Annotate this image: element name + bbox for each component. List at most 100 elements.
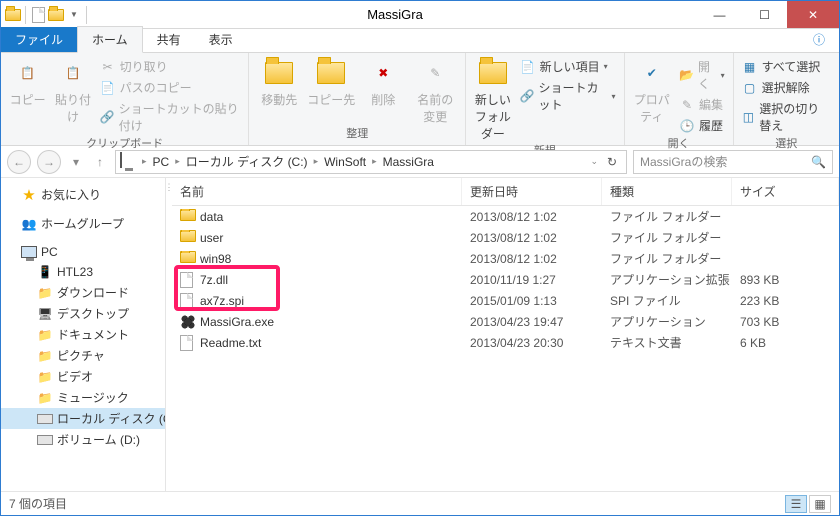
- file-name: win98: [200, 252, 231, 266]
- file-date: 2013/04/23 19:47: [462, 315, 602, 329]
- nav-pc[interactable]: PC: [1, 242, 165, 262]
- nav-item[interactable]: 📱HTL23: [1, 262, 165, 282]
- file-name: user: [200, 231, 223, 245]
- recent-locations-icon[interactable]: ▾: [67, 155, 85, 169]
- paste-button[interactable]: 📋貼り付け: [52, 57, 93, 125]
- qat-newfolder-icon[interactable]: [48, 7, 64, 23]
- column-size[interactable]: サイズ: [732, 178, 839, 205]
- breadcrumb-segment[interactable]: WinSoft: [320, 155, 370, 169]
- file-date: 2013/04/23 20:30: [462, 336, 602, 350]
- new-item-button[interactable]: 📄新しい項目▾: [518, 57, 618, 76]
- view-icons-button[interactable]: ▦: [809, 495, 831, 513]
- nav-item[interactable]: 📁ミュージック: [1, 387, 165, 408]
- file-icon: [180, 335, 196, 351]
- up-button[interactable]: ↑: [91, 155, 109, 169]
- copy-path-button[interactable]: 📄パスのコピー: [98, 78, 243, 97]
- nav-item[interactable]: 📁ビデオ: [1, 366, 165, 387]
- nav-item-label: ミュージック: [57, 389, 129, 406]
- file-icon: [180, 293, 196, 309]
- move-to-button[interactable]: 移動先: [255, 57, 303, 108]
- delete-button[interactable]: ✖削除: [359, 57, 407, 108]
- table-row[interactable]: MassiGra.exe2013/04/23 19:47アプリケーション703 …: [172, 311, 839, 332]
- nav-item-label: HTL23: [57, 265, 93, 279]
- column-name[interactable]: 名前: [172, 178, 462, 205]
- qat-properties-icon[interactable]: [30, 7, 46, 23]
- nav-item-icon: 📁: [37, 390, 53, 406]
- rename-button[interactable]: ✎名前の 変更: [411, 57, 459, 125]
- close-button[interactable]: ✕: [787, 1, 839, 28]
- breadcrumb-segment[interactable]: PC: [149, 155, 174, 169]
- nav-item-icon: [37, 432, 53, 448]
- minimize-button[interactable]: —: [697, 1, 742, 28]
- file-name: ax7z.spi: [200, 294, 244, 308]
- ribbon-group-new: 新しい フォルダー 📄新しい項目▾ 🔗ショートカット▾ 新規: [466, 53, 624, 145]
- nav-item[interactable]: 🖥デスクトップ: [1, 303, 165, 324]
- maximize-button[interactable]: ☐: [742, 1, 787, 28]
- back-button[interactable]: ←: [7, 150, 31, 174]
- table-row[interactable]: user 2013/08/12 1:02ファイル フォルダー: [172, 227, 839, 248]
- ribbon-group-open: ✔プロパティ 📂開く▾ ✎編集 🕒履歴 開く: [625, 53, 734, 145]
- table-row[interactable]: Readme.txt2013/04/23 20:30テキスト文書6 KB: [172, 332, 839, 353]
- tab-home[interactable]: ホーム: [77, 26, 143, 53]
- file-size: 893 KB: [732, 273, 839, 287]
- column-date[interactable]: 更新日時: [462, 178, 602, 205]
- breadcrumb-dropdown-icon[interactable]: ⌄: [588, 156, 600, 167]
- ribbon-group-select: ▦すべて選択 ▢選択解除 ◫選択の切り替え 選択: [734, 53, 839, 145]
- file-date: 2010/11/19 1:27: [462, 273, 602, 287]
- tab-share[interactable]: 共有: [143, 27, 195, 52]
- open-button[interactable]: 📂開く▾: [677, 57, 727, 93]
- file-date: 2013/08/12 1:02: [462, 231, 602, 245]
- new-folder-button[interactable]: 新しい フォルダー: [472, 57, 513, 142]
- file-type: ファイル フォルダー: [602, 208, 732, 225]
- tab-view[interactable]: 表示: [195, 27, 247, 52]
- table-row[interactable]: ax7z.spi2015/01/09 1:13SPI ファイル223 KB: [172, 290, 839, 311]
- view-details-button[interactable]: ☰: [785, 495, 807, 513]
- nav-item-icon: 📁: [37, 285, 53, 301]
- nav-favorites[interactable]: ★お気に入り: [1, 184, 165, 205]
- select-invert-button[interactable]: ◫選択の切り替え: [740, 99, 833, 135]
- column-type[interactable]: 種類: [602, 178, 732, 205]
- breadcrumb-segment[interactable]: ローカル ディスク (C:): [182, 153, 312, 170]
- new-shortcut-button[interactable]: 🔗ショートカット▾: [518, 78, 618, 114]
- status-bar: 7 個の項目 ☰ ▦: [1, 491, 839, 515]
- table-row[interactable]: win982013/08/12 1:02ファイル フォルダー: [172, 248, 839, 269]
- item-count: 7 個の項目: [9, 495, 67, 512]
- search-placeholder: MassiGraの検索: [640, 153, 727, 170]
- file-name: 7z.dll: [200, 273, 228, 287]
- search-input[interactable]: MassiGraの検索 🔍: [633, 150, 833, 174]
- address-bar: ← → ▾ ↑ ▸ PC▸ ローカル ディスク (C:)▸ WinSoft▸ M…: [1, 146, 839, 178]
- ribbon-collapse-icon[interactable]: ⓘ: [799, 27, 839, 52]
- copy-button[interactable]: 📋コピー: [7, 57, 48, 108]
- refresh-button[interactable]: ↻: [600, 155, 624, 169]
- nav-item[interactable]: ローカル ディスク (C:): [1, 408, 165, 429]
- cut-button[interactable]: ✂切り取り: [98, 57, 243, 76]
- nav-homegroup[interactable]: 👥ホームグループ: [1, 213, 165, 234]
- file-icon: [180, 230, 196, 246]
- nav-item[interactable]: 📁ドキュメント: [1, 324, 165, 345]
- table-row[interactable]: data2013/08/12 1:02ファイル フォルダー: [172, 206, 839, 227]
- edit-button[interactable]: ✎編集: [677, 95, 727, 114]
- file-type: ファイル フォルダー: [602, 250, 732, 267]
- breadcrumb-segment[interactable]: MassiGra: [379, 155, 438, 169]
- history-button[interactable]: 🕒履歴: [677, 116, 727, 135]
- breadcrumb[interactable]: ▸ PC▸ ローカル ディスク (C:)▸ WinSoft▸ MassiGra …: [115, 150, 627, 174]
- copy-to-button[interactable]: コピー先: [307, 57, 355, 108]
- ribbon-group-organize: 移動先 コピー先 ✖削除 ✎名前の 変更 整理: [249, 53, 466, 145]
- nav-item[interactable]: ボリューム (D:): [1, 429, 165, 450]
- nav-item-label: ボリューム (D:): [57, 431, 140, 448]
- qat-dropdown-icon[interactable]: ▼: [66, 7, 82, 23]
- nav-item-label: ビデオ: [57, 368, 93, 385]
- title-bar: ▼ MassiGra — ☐ ✕: [1, 1, 839, 29]
- select-all-button[interactable]: ▦すべて選択: [740, 57, 833, 76]
- paste-shortcut-button[interactable]: 🔗ショートカットの貼り付け: [98, 99, 243, 135]
- nav-item[interactable]: 📁ピクチャ: [1, 345, 165, 366]
- forward-button[interactable]: →: [37, 150, 61, 174]
- nav-item-icon: [37, 411, 53, 427]
- file-type: ファイル フォルダー: [602, 229, 732, 246]
- properties-button[interactable]: ✔プロパティ: [631, 57, 673, 125]
- file-size: 6 KB: [732, 336, 839, 350]
- tab-file[interactable]: ファイル: [1, 27, 77, 52]
- select-none-button[interactable]: ▢選択解除: [740, 78, 833, 97]
- table-row[interactable]: 7z.dll2010/11/19 1:27アプリケーション拡張893 KB: [172, 269, 839, 290]
- nav-item[interactable]: 📁ダウンロード: [1, 282, 165, 303]
